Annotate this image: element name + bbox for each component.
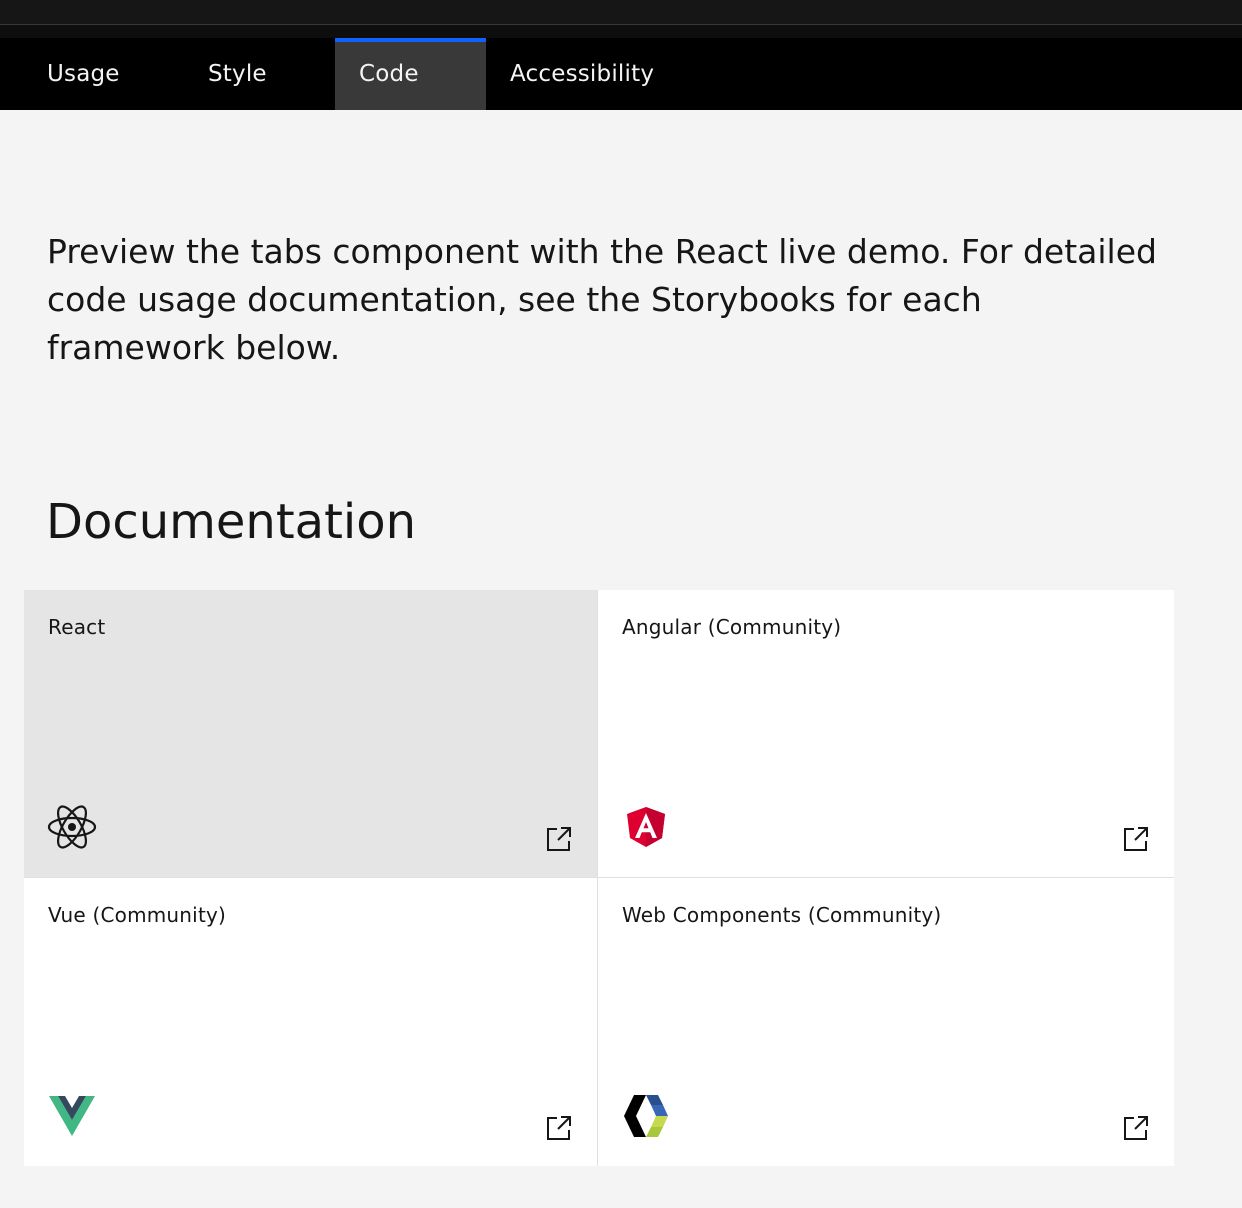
top-bar-divider (0, 24, 1242, 38)
tab-usage[interactable]: Usage (0, 38, 160, 110)
card-title: React (48, 615, 106, 639)
launch-icon[interactable] (1122, 1114, 1150, 1142)
documentation-grid: React Angular (Community) Vue (Community… (24, 590, 1174, 1166)
react-card[interactable]: React (24, 590, 598, 878)
tab-style[interactable]: Style (160, 38, 335, 110)
angular-card[interactable]: Angular (Community) (598, 590, 1174, 878)
angular-icon (620, 801, 672, 853)
tab-code-label: Code (359, 61, 419, 87)
launch-icon[interactable] (1122, 825, 1150, 853)
vue-card[interactable]: Vue (Community) (24, 878, 598, 1166)
web-components-card[interactable]: Web Components (Community) (598, 878, 1174, 1166)
tab-usage-label: Usage (47, 61, 120, 87)
card-title: Web Components (Community) (622, 903, 942, 927)
page-tabs: Usage Style Code Accessibility (0, 38, 1242, 110)
intro-paragraph: Preview the tabs component with the Reac… (47, 232, 1157, 367)
tab-accessibility[interactable]: Accessibility (486, 38, 706, 110)
documentation-heading: Documentation (46, 494, 417, 550)
tab-code[interactable]: Code (335, 38, 486, 110)
react-icon (46, 801, 98, 853)
top-bar (0, 0, 1242, 24)
tab-style-label: Style (208, 61, 267, 87)
card-title: Angular (Community) (622, 615, 842, 639)
tab-accessibility-label: Accessibility (510, 61, 655, 87)
vue-icon (46, 1090, 98, 1142)
web-components-icon (620, 1090, 672, 1142)
launch-icon[interactable] (545, 1114, 573, 1142)
launch-icon[interactable] (545, 825, 573, 853)
card-title: Vue (Community) (48, 903, 227, 927)
